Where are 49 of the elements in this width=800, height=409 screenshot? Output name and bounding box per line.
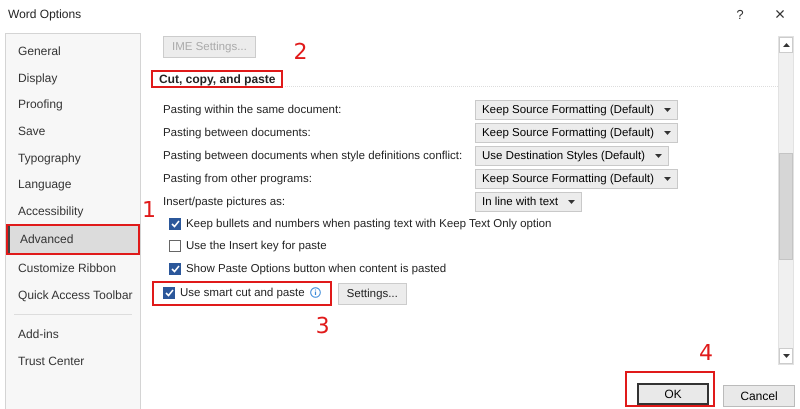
caret-icon [654,154,662,158]
caret-icon [664,176,671,180]
checkbox-label: Use smart cut and paste [180,287,305,300]
ok-button[interactable]: OK [637,383,709,405]
scrollbar[interactable] [778,36,794,365]
window-title: Word Options [8,7,82,21]
caret-icon [568,200,576,204]
sidebar-item[interactable]: Typography [6,144,140,171]
setting-label: Pasting between documents when style definitions conflict: [163,150,464,162]
caret-icon [664,130,671,134]
sidebar-item[interactable]: Proofing [6,91,140,118]
setting-label: Pasting between documents: [163,126,312,138]
setting-label: Pasting from other programs: [163,172,313,184]
checkbox[interactable] [163,287,175,300]
sidebar-item[interactable]: General [6,38,140,65]
sidebar-item[interactable]: Trust Center [6,348,140,374]
checkbox-label: Show Paste Options button when content is pasted [186,262,446,275]
checkbox[interactable] [169,262,181,275]
checkbox[interactable] [169,218,181,230]
sidebar-item[interactable]: Customize Ribbon [6,254,140,282]
dropdown[interactable]: Keep Source Formatting (Default) [475,100,678,120]
caret-icon [664,108,671,112]
sidebar-item[interactable]: Add-ins [6,320,140,348]
sidebar-item[interactable]: Language [6,170,140,198]
close-button[interactable]: × [760,2,800,26]
sidebar-item[interactable]: Quick Access Toolbar [6,281,140,308]
cancel-button[interactable]: Cancel [723,385,795,407]
checkbox-label: Use the Insert key for paste [186,240,327,252]
help-button[interactable]: ? [720,2,760,26]
dropdown[interactable]: Use Destination Styles (Default) [475,146,669,166]
sidebar-item[interactable]: Save [6,118,140,144]
checkbox[interactable] [169,240,181,252]
section-heading: Cut, copy, and paste [158,71,276,88]
scroll-up-icon[interactable] [779,37,793,53]
setting-label: Pasting within the same document: [163,104,342,116]
callout-number: 2 [293,42,308,64]
dropdown[interactable]: Keep Source Formatting (Default) [475,122,678,142]
callout-number: 3 [316,316,330,338]
sidebar-item[interactable]: Display [6,64,140,92]
callout-number: 1 [142,200,156,222]
dropdown[interactable]: Keep Source Formatting (Default) [475,168,678,188]
sidebar-item[interactable]: Accessibility [6,198,140,224]
dropdown[interactable]: In line with text [475,192,582,212]
scroll-down-icon[interactable] [779,348,793,364]
settings-button[interactable]: Settings... [338,282,407,305]
sidebar-item[interactable]: Advanced [8,226,138,253]
checkbox-label: Keep bullets and numbers when pasting text with Keep Text Only option [186,218,552,230]
callout-number: 4 [699,343,713,365]
setting-label: Insert/paste pictures as: [163,196,286,208]
